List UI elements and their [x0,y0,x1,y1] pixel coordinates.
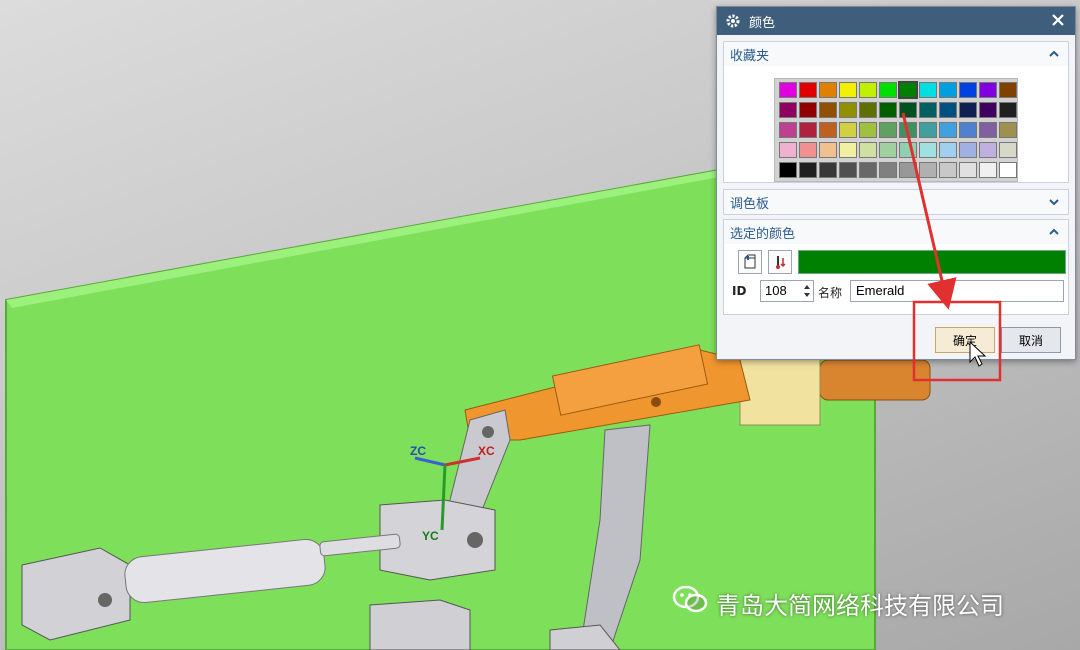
watermark: 青岛大简网络科技有限公司 [672,585,1004,621]
annotation-overlay [901,112,1002,382]
red-highlight-box [912,300,1002,382]
mouse-cursor-icon [969,340,987,367]
red-arrow [901,112,957,310]
watermark-text: 青岛大简网络科技有限公司 [716,591,1004,620]
wechat-icon [672,585,708,621]
